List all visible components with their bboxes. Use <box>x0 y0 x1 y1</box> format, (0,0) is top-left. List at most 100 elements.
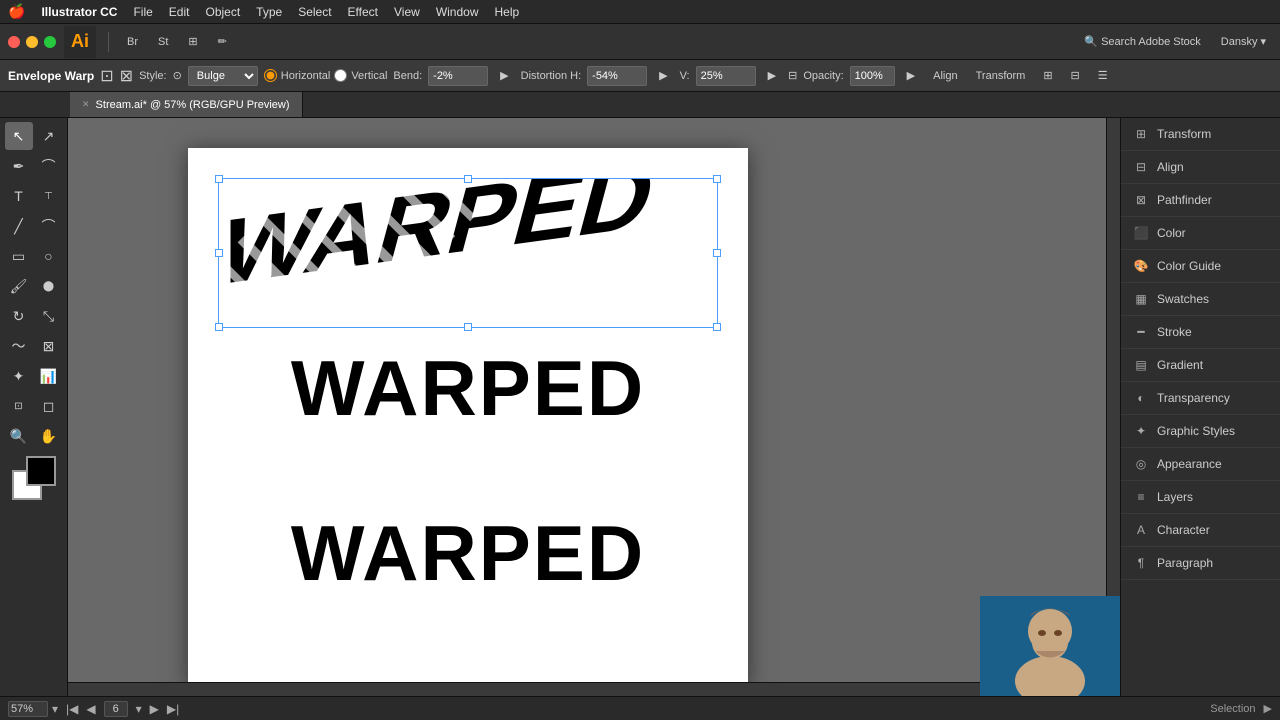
handle-ml[interactable] <box>215 249 223 257</box>
opacity-expand[interactable]: ▶ <box>901 64 921 88</box>
stock-button[interactable]: St <box>152 30 174 54</box>
panel-item-transparency[interactable]: ◐Transparency <box>1121 382 1280 415</box>
touch-type-tool[interactable]: ⊤ <box>35 182 63 210</box>
style-dropdown[interactable]: Bulge <box>188 66 258 86</box>
next-page-button[interactable]: ▶ <box>150 702 159 716</box>
panel-item-pathfinder[interactable]: ⊠Pathfinder <box>1121 184 1280 217</box>
distortion-h-input[interactable] <box>587 66 647 86</box>
menu-select[interactable]: Select <box>298 5 331 19</box>
zoom-dropdown[interactable]: ▾ <box>52 702 58 716</box>
free-transform-tool[interactable]: ⊠ <box>35 332 63 360</box>
page-dropdown[interactable]: ▾ <box>136 702 142 716</box>
zoom-input[interactable] <box>8 701 48 717</box>
menu-edit[interactable]: Edit <box>169 5 190 19</box>
panel-item-paragraph[interactable]: ¶Paragraph <box>1121 547 1280 580</box>
prev-page-button[interactable]: ◀ <box>86 702 95 716</box>
menu-view[interactable]: View <box>394 5 420 19</box>
panel-item-swatches[interactable]: ▦Swatches <box>1121 283 1280 316</box>
menu-object[interactable]: Object <box>205 5 240 19</box>
rotate-tool[interactable]: ↻ <box>5 302 33 330</box>
color-boxes[interactable] <box>12 456 56 500</box>
bend-input[interactable]: -2% <box>428 66 488 86</box>
paintbrush-tool[interactable]: 🖌 <box>5 272 33 300</box>
paintbrush-button[interactable]: ✏ <box>212 30 233 54</box>
handle-mr[interactable] <box>713 249 721 257</box>
menu-effect[interactable]: Effect <box>348 5 378 19</box>
menu-help[interactable]: Help <box>495 5 520 19</box>
panel-item-transform[interactable]: ⊞Transform <box>1121 118 1280 151</box>
warped-text-container[interactable]: WARPED <box>218 178 718 328</box>
menu-window[interactable]: Window <box>436 5 479 19</box>
panel-toggle[interactable]: ⊟ <box>1065 64 1086 88</box>
symbol-sprayer-tool[interactable]: ✦ <box>5 362 33 390</box>
handle-tl[interactable] <box>215 175 223 183</box>
horizontal-radio[interactable] <box>264 69 277 82</box>
blob-brush-tool[interactable]: ⬤ <box>35 272 63 300</box>
orientation-group: Horizontal Vertical <box>264 69 388 82</box>
search-icon: 🔍 <box>1084 35 1098 48</box>
panel-item-gradient[interactable]: ▤Gradient <box>1121 349 1280 382</box>
panel-item-align[interactable]: ⊟Align <box>1121 151 1280 184</box>
warp-tool[interactable]: 〜 <box>5 332 33 360</box>
page-input[interactable] <box>104 701 128 717</box>
libraries-button[interactable]: ⊞ <box>182 30 203 54</box>
bridge-button[interactable]: Br <box>121 30 144 54</box>
distortion-h-expand[interactable]: ▶ <box>653 64 673 88</box>
pen-tool[interactable]: ✒ <box>5 152 33 180</box>
zoom-tool[interactable]: 🔍 <box>5 422 33 450</box>
align-button[interactable]: Align <box>927 64 963 88</box>
tab-close-icon[interactable]: ✕ <box>82 99 90 110</box>
slice-tool[interactable]: ⊡ <box>5 392 33 420</box>
foreground-color-box[interactable] <box>26 456 56 486</box>
minimize-button[interactable] <box>26 36 38 48</box>
direct-selection-tool[interactable]: ↗ <box>35 122 63 150</box>
panel-item-stroke[interactable]: ━Stroke <box>1121 316 1280 349</box>
bend-expand[interactable]: ▶ <box>494 64 514 88</box>
user-button[interactable]: Dansky ▾ <box>1215 30 1272 54</box>
type-tool[interactable]: T <box>5 182 33 210</box>
app-name[interactable]: Illustrator CC <box>41 5 117 19</box>
maximize-button[interactable] <box>44 36 56 48</box>
first-page-button[interactable]: |◀ <box>66 702 78 716</box>
graphic-styles-icon: ✦ <box>1133 423 1149 439</box>
scale-tool[interactable]: ⤡ <box>35 302 63 330</box>
handle-br[interactable] <box>713 323 721 331</box>
horizontal-scrollbar[interactable] <box>68 682 1106 696</box>
handle-tm[interactable] <box>464 175 472 183</box>
distortion-v-expand[interactable]: ▶ <box>762 64 782 88</box>
panel-item-graphic-styles[interactable]: ✦Graphic Styles <box>1121 415 1280 448</box>
panel-item-layers[interactable]: ≡Layers <box>1121 481 1280 514</box>
apple-menu[interactable]: 🍎 <box>8 3 25 20</box>
transform-button[interactable]: Transform <box>970 64 1032 88</box>
transparency-icon: ◐ <box>1133 390 1149 406</box>
last-page-button[interactable]: ▶| <box>167 702 179 716</box>
hand-tool[interactable]: ✋ <box>35 422 63 450</box>
eraser-tool[interactable]: ◻ <box>35 392 63 420</box>
panel-item-color-guide[interactable]: 🎨Color Guide <box>1121 250 1280 283</box>
arc-tool[interactable]: ⌒ <box>35 212 63 240</box>
menu-type[interactable]: Type <box>256 5 282 19</box>
opacity-input[interactable] <box>850 66 895 86</box>
curvature-tool[interactable]: ⌒ <box>35 152 63 180</box>
ellipse-tool[interactable]: ○ <box>35 242 63 270</box>
canvas-area[interactable]: WARPED WARPED <box>68 118 1120 696</box>
panel-item-color[interactable]: ⬛Color <box>1121 217 1280 250</box>
close-button[interactable] <box>8 36 20 48</box>
search-stock-button[interactable]: 🔍 Search Adobe Stock <box>1078 30 1206 54</box>
panel-item-character[interactable]: ACharacter <box>1121 514 1280 547</box>
handle-bl[interactable] <box>215 323 223 331</box>
menu-file[interactable]: File <box>133 5 152 19</box>
rectangle-tool[interactable]: ▭ <box>5 242 33 270</box>
warp-options-button[interactable]: ⊞ <box>1037 64 1058 88</box>
vertical-radio[interactable] <box>334 69 347 82</box>
line-segment-tool[interactable]: ╱ <box>5 212 33 240</box>
line-tools: ╱ ⌒ <box>5 212 63 240</box>
selection-tool[interactable]: ↖ <box>5 122 33 150</box>
handle-tr[interactable] <box>713 175 721 183</box>
column-graph-tool[interactable]: 📊 <box>35 362 63 390</box>
more-options[interactable]: ☰ <box>1092 64 1114 88</box>
handle-bm[interactable] <box>464 323 472 331</box>
tab-stream-ai[interactable]: ✕ Stream.ai* @ 57% (RGB/GPU Preview) <box>70 92 303 117</box>
distortion-v-input[interactable] <box>696 66 756 86</box>
panel-item-appearance[interactable]: ◎Appearance <box>1121 448 1280 481</box>
